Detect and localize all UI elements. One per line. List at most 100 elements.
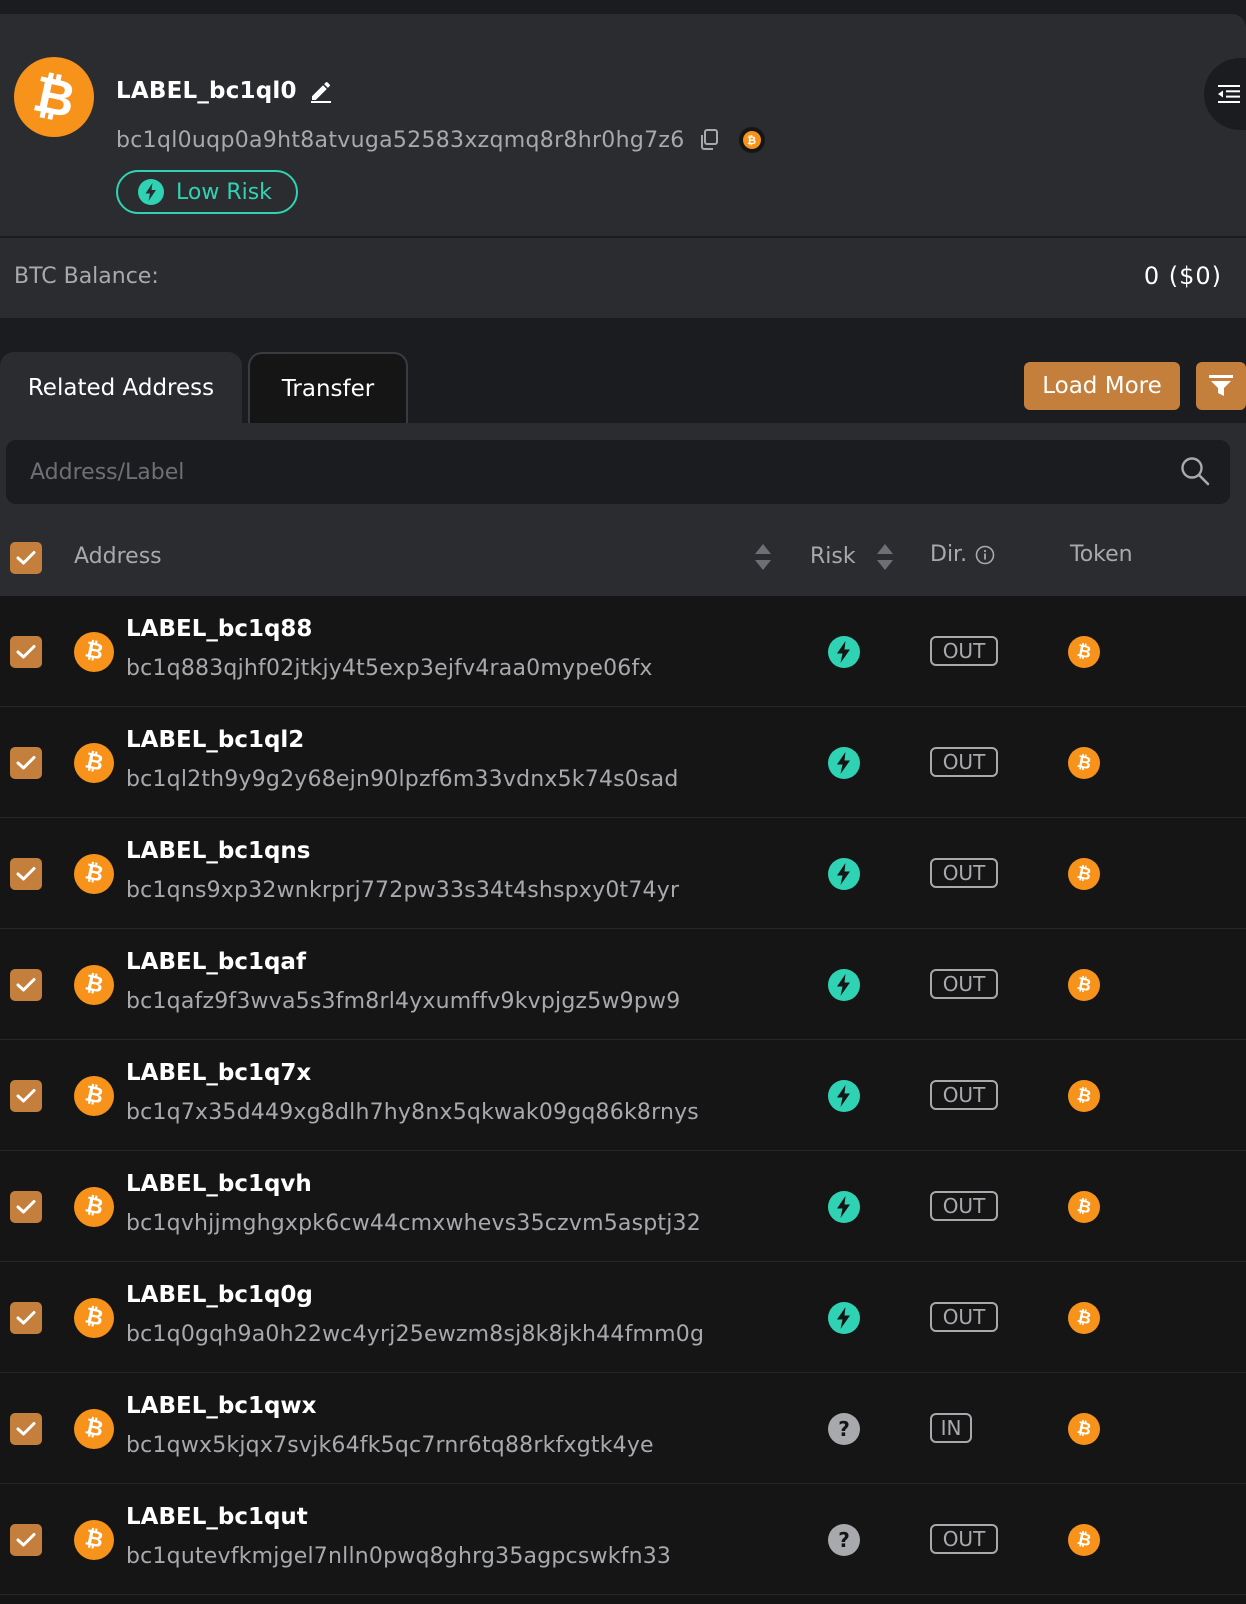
row-checkbox[interactable] (10, 1302, 42, 1334)
row-checkbox[interactable] (10, 969, 42, 1001)
row-label[interactable]: LABEL_bc1qns (126, 838, 310, 864)
bitcoin-icon: ₿ (74, 1520, 114, 1560)
direction-badge: OUT (930, 747, 998, 777)
info-icon[interactable] (975, 545, 995, 565)
row-address[interactable]: bc1q883qjhf02jtkjy4t5exp3ejfv4raa0mype06… (126, 656, 653, 681)
check-icon (16, 867, 36, 881)
token-bitcoin-icon: ₿ (1068, 747, 1100, 779)
bolt-icon (828, 1302, 860, 1334)
copy-icon[interactable] (699, 129, 719, 151)
column-dir-label: Dir. (930, 542, 968, 567)
risk-badge-label: Low Risk (176, 179, 272, 205)
row-address[interactable]: bc1qafz9f3wva5s3fm8rl4yxumffv9kvpjgz5w9p… (126, 989, 680, 1014)
risk-badge[interactable]: Low Risk (116, 170, 298, 214)
filter-button[interactable] (1196, 362, 1246, 410)
direction-badge: OUT (930, 1080, 998, 1110)
sort-risk-icon[interactable] (876, 542, 894, 572)
search-box (6, 440, 1230, 504)
direction-badge: OUT (930, 1191, 998, 1221)
table-row[interactable]: ₿ LABEL_bc1qut bc1qutevfkmjgel7nlln0pwq8gh… (0, 1484, 1246, 1595)
balance-bar: BTC Balance: 0 ($0) (0, 238, 1246, 318)
load-more-button[interactable]: Load More (1024, 362, 1180, 410)
bolt-icon (828, 969, 860, 1001)
check-icon (16, 756, 36, 770)
bolt-icon (828, 858, 860, 890)
search-input[interactable] (6, 440, 1156, 504)
row-checkbox[interactable] (10, 1080, 42, 1112)
column-dir: Dir. (930, 542, 995, 567)
tab-related-address[interactable]: Related Address (0, 352, 242, 424)
table-row[interactable]: ₿ LABEL_bc1qwx bc1qwx5kjqx7svjk64fk5qc7rnr… (0, 1373, 1246, 1484)
sort-address-icon[interactable] (754, 542, 772, 572)
column-risk: Risk (810, 544, 856, 569)
check-icon (16, 1533, 36, 1547)
row-checkbox[interactable] (10, 1191, 42, 1223)
row-address[interactable]: bc1qns9xp32wnkrprj772pw33s34t4shspxy0t74… (126, 878, 679, 903)
pencil-icon[interactable] (309, 79, 333, 103)
bitcoin-icon: ₿ (74, 1409, 114, 1449)
token-bitcoin-icon: ₿ (1068, 1302, 1100, 1334)
bolt-icon (828, 1191, 860, 1223)
bitcoin-logo-icon: ₿ (14, 57, 94, 137)
token-bitcoin-icon: ₿ (1068, 969, 1100, 1001)
filter-icon (1209, 375, 1233, 396)
address-text[interactable]: bc1ql0uqp0a9ht8atvuga52583xzqmq8r8hr0hg7… (116, 128, 685, 153)
chain-btc-icon: ₿ (738, 127, 765, 153)
question-icon: ? (828, 1413, 860, 1445)
row-label[interactable]: LABEL_bc1ql2 (126, 727, 304, 753)
bolt-icon (828, 747, 860, 779)
balance-value: 0 ($0) (1143, 262, 1222, 290)
table-row[interactable]: ₿ LABEL_bc1q88 bc1q883qjhf02jtkjy4t5exp3ej… (0, 596, 1246, 707)
title-row: LABEL_bc1ql0 (116, 78, 333, 104)
row-label[interactable]: LABEL_bc1qaf (126, 949, 306, 975)
table-row[interactable]: ₿ LABEL_bc1qaf bc1qafz9f3wva5s3fm8rl4yxumf… (0, 929, 1246, 1040)
bitcoin-icon: ₿ (74, 743, 114, 783)
table-row[interactable]: ₿ LABEL_bc1q0g bc1q0gqh9a0h22wc4yrj25ewzm8… (0, 1262, 1246, 1373)
table-row[interactable]: ₿ LABEL_bc1qvh bc1qvhjjmghgxpk6cw44cmxwhev… (0, 1151, 1246, 1262)
direction-badge: OUT (930, 969, 998, 999)
row-checkbox[interactable] (10, 1413, 42, 1445)
check-icon (16, 1311, 36, 1325)
bolt-icon (828, 636, 860, 668)
svg-text:?: ? (838, 1417, 850, 1441)
row-checkbox[interactable] (10, 636, 42, 668)
token-bitcoin-icon: ₿ (1068, 1191, 1100, 1223)
row-checkbox[interactable] (10, 858, 42, 890)
direction-badge: OUT (930, 1524, 998, 1554)
bolt-icon (828, 1080, 860, 1112)
select-all-checkbox[interactable] (10, 542, 42, 574)
row-label[interactable]: LABEL_bc1qut (126, 1504, 308, 1530)
row-address[interactable]: bc1ql2th9y9g2y68ejn90lpzf6m33vdnx5k74s0s… (126, 767, 679, 792)
check-icon (16, 645, 36, 659)
row-label[interactable]: LABEL_bc1qwx (126, 1393, 317, 1419)
direction-badge: OUT (930, 1302, 998, 1332)
row-address[interactable]: bc1qwx5kjqx7svjk64fk5qc7rnr6tq88rkfxgtk4… (126, 1433, 654, 1458)
row-address[interactable]: bc1q0gqh9a0h22wc4yrj25ewzm8sj8k8jkh44fmm… (126, 1322, 704, 1347)
balance-label: BTC Balance: (14, 264, 159, 289)
table-row[interactable]: ₿ LABEL_bc1ql2 bc1ql2th9y9g2y68ejn90lpzf6m… (0, 707, 1246, 818)
row-label[interactable]: LABEL_bc1qvh (126, 1171, 312, 1197)
check-icon (16, 978, 36, 992)
row-label[interactable]: LABEL_bc1q7x (126, 1060, 311, 1086)
row-address[interactable]: bc1qvhjjmghgxpk6cw44cmxwhevs35czvm5asptj… (126, 1211, 701, 1236)
search-icon[interactable] (1180, 456, 1210, 486)
row-label[interactable]: LABEL_bc1q88 (126, 616, 312, 642)
collapse-menu-icon[interactable] (1204, 58, 1246, 130)
tab-transfer[interactable]: Transfer (248, 352, 408, 424)
bitcoin-icon: ₿ (74, 632, 114, 672)
bolt-icon (138, 179, 164, 205)
bitcoin-icon: ₿ (74, 1298, 114, 1338)
row-checkbox[interactable] (10, 1524, 42, 1556)
row-label[interactable]: LABEL_bc1q0g (126, 1282, 313, 1308)
address-row: bc1ql0uqp0a9ht8atvuga52583xzqmq8r8hr0hg7… (116, 127, 765, 153)
bitcoin-icon: ₿ (74, 1076, 114, 1116)
direction-badge: IN (930, 1413, 972, 1443)
check-icon (16, 1200, 36, 1214)
row-address[interactable]: bc1qutevfkmjgel7nlln0pwq8ghrg35agpcswkfn… (126, 1544, 671, 1569)
direction-badge: OUT (930, 636, 998, 666)
table-row[interactable]: ₿ LABEL_bc1q7x bc1q7x35d449xg8dlh7hy8nx5qk… (0, 1040, 1246, 1151)
row-address[interactable]: bc1q7x35d449xg8dlh7hy8nx5qkwak09gq86k8rn… (126, 1100, 699, 1125)
table-row[interactable]: ₿ LABEL_bc1qns bc1qns9xp32wnkrprj772pw33s3… (0, 818, 1246, 929)
check-icon (16, 1089, 36, 1103)
row-checkbox[interactable] (10, 747, 42, 779)
